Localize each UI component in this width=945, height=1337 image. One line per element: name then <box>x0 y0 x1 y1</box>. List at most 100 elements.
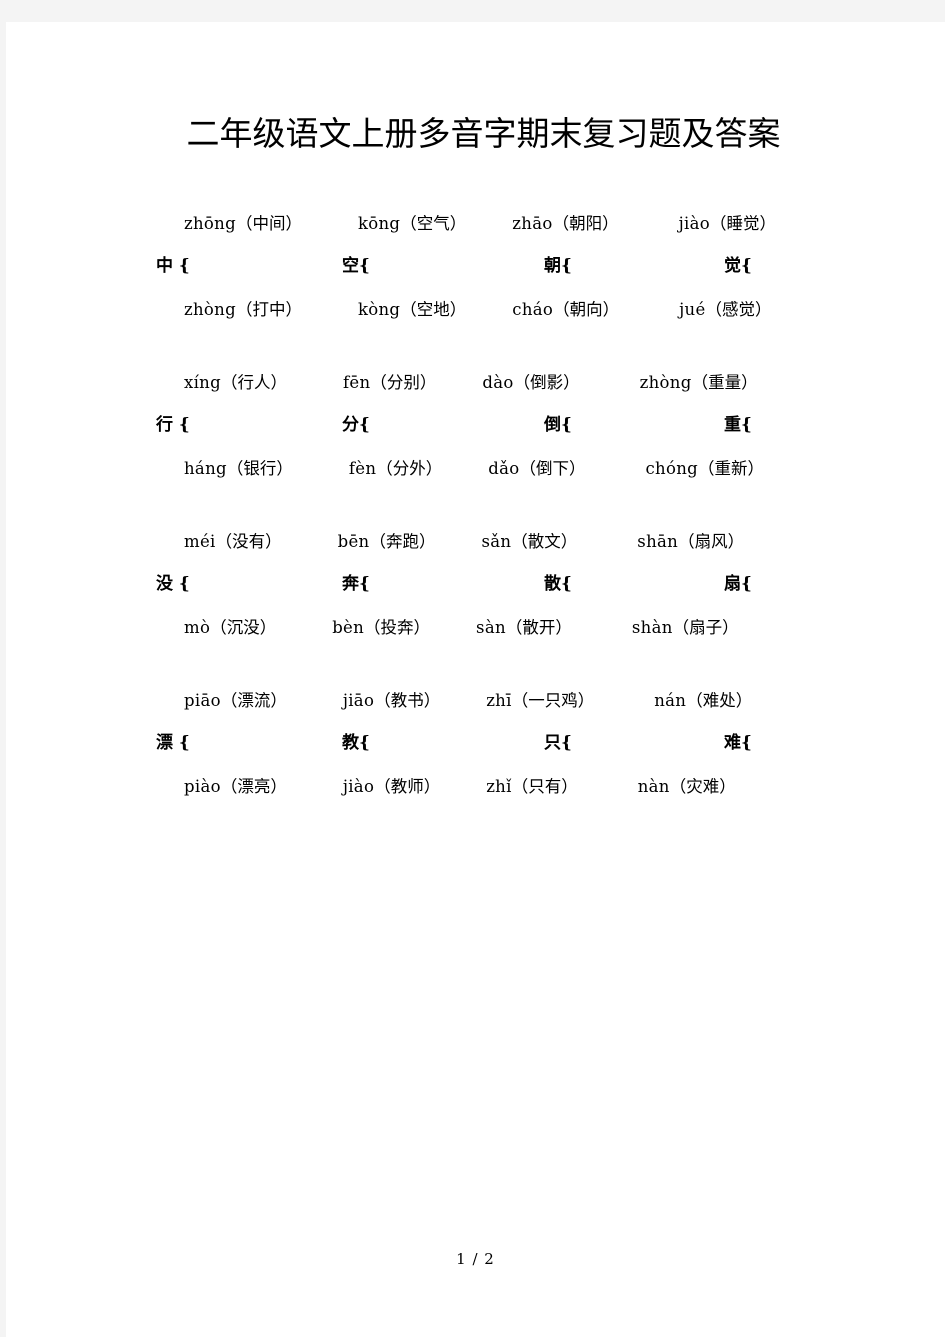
exercise-block: méi（没有） bēn（奔跑） sǎn（散文） shān（扇风） 没 { 奔{ 散{ … <box>156 520 811 649</box>
character-cell: 朝{ <box>544 245 572 288</box>
entry: kòng（空地） <box>358 300 466 319</box>
word: （漂流） <box>220 691 287 710</box>
character: 扇 <box>724 574 741 594</box>
pinyin: fèn <box>348 459 377 478</box>
brace: { <box>741 415 752 435</box>
word: （感觉） <box>705 300 772 319</box>
character-cell: 中 { <box>156 245 190 288</box>
pinyin: fēn <box>342 373 371 392</box>
pinyin-row-bottom: zhòng（打中） kòng（空地） cháo（朝向） jué（感觉） <box>156 288 811 331</box>
entry: zhòng（重量） <box>640 373 758 392</box>
entry: mò（沉没） <box>184 618 276 637</box>
entry: sàn（散开） <box>476 618 572 637</box>
word: （空气） <box>400 214 467 233</box>
character-cell: 倒{ <box>544 404 572 447</box>
pinyin: chóng <box>645 459 698 478</box>
entry: háng（银行） <box>184 459 293 478</box>
character: 漂 <box>156 733 173 753</box>
entry: kōng（空气） <box>358 214 466 233</box>
character-row: 漂 { 教{ 只{ 难{ <box>156 722 811 765</box>
entry: zhōng（中间） <box>184 214 302 233</box>
entry: cháo（朝向） <box>512 300 619 319</box>
character-row: 没 { 奔{ 散{ 扇{ <box>156 563 811 606</box>
word: （沉没） <box>210 618 277 637</box>
page-title: 二年级语文上册多音字期末复习题及答案 <box>186 114 781 153</box>
pinyin-row-top: piāo（漂流） jiāo（教书） zhī（一只鸡） nán（难处） <box>156 679 811 722</box>
word: （中间） <box>235 214 302 233</box>
character-cell: 行 { <box>156 404 190 447</box>
entry: piāo（漂流） <box>184 691 287 710</box>
word: （银行） <box>226 459 293 478</box>
word: （散文） <box>511 532 578 551</box>
character-cell: 漂 { <box>156 722 190 765</box>
word: （重量） <box>691 373 758 392</box>
character-row: 中 { 空{ 朝{ 觉 { <box>156 245 811 288</box>
brace: { <box>359 415 370 435</box>
word: （分别） <box>370 373 437 392</box>
character: 觉 <box>724 256 741 276</box>
pinyin: dǎo <box>488 459 520 478</box>
word: （教师） <box>374 777 441 796</box>
exercise-block: zhōng（中间） kōng（空气） zhāo（朝阳） jiào（睡觉） 中 { 空{… <box>156 202 811 331</box>
word: （倒下） <box>519 459 586 478</box>
entry: nàn（灾难） <box>638 777 736 796</box>
character: 只 <box>544 733 561 753</box>
pinyin: nán <box>654 691 687 710</box>
brace: { <box>741 574 752 594</box>
entry: bèn（投奔） <box>332 618 430 637</box>
word: （空地） <box>400 300 467 319</box>
pinyin-row-top: xíng（行人） fēn（分别） dào（倒影） zhòng（重量） <box>156 361 811 404</box>
brace: { <box>561 415 572 435</box>
pinyin: cháo <box>512 300 554 319</box>
entry: zhǐ（只有） <box>486 777 578 796</box>
word: （投奔） <box>364 618 431 637</box>
pinyin: shān <box>637 532 679 551</box>
page-footer: 1 / 2 <box>456 1250 495 1268</box>
word: （奔跑） <box>369 532 436 551</box>
pinyin: nàn <box>637 777 670 796</box>
brace: { <box>178 574 190 594</box>
pinyin: piāo <box>184 691 221 710</box>
word: （灾难） <box>669 777 736 796</box>
exercise-block: xíng（行人） fēn（分别） dào（倒影） zhòng（重量） 行 { 分{ 倒… <box>156 361 811 490</box>
character-cell: 只{ <box>544 722 572 765</box>
pinyin-row-bottom: háng（银行） fèn（分外） dǎo（倒下） chóng（重新） <box>156 447 811 490</box>
entry: shàn（扇子） <box>632 618 739 637</box>
word: （扇风） <box>678 532 745 551</box>
pinyin: zhī <box>486 691 512 710</box>
pinyin: jiāo <box>342 691 375 710</box>
entry: jiāo（教书） <box>343 691 440 710</box>
character-cell: 散{ <box>544 563 572 606</box>
word: （睡觉） <box>709 214 776 233</box>
word: （朝向） <box>553 300 620 319</box>
word: （漂亮） <box>220 777 287 796</box>
brace: { <box>178 256 190 276</box>
word: （朝阳） <box>552 214 619 233</box>
pinyin: méi <box>184 532 216 551</box>
entry: zhī（一只鸡） <box>486 691 594 710</box>
brace: { <box>359 574 370 594</box>
character-cell: 分{ <box>342 404 370 447</box>
character-cell: 空{ <box>342 245 370 288</box>
entry: jiào（教师） <box>343 777 440 796</box>
entry: zhòng（打中） <box>184 300 302 319</box>
page-content: 二年级语文上册多音字期末复习题及答案 zhōng（中间） kōng（空气） zhāo… <box>156 112 811 808</box>
word: （行人） <box>220 373 287 392</box>
entry: jué（感觉） <box>679 300 771 319</box>
entry: shān（扇风） <box>637 532 744 551</box>
pinyin: xíng <box>184 373 221 392</box>
pinyin: sǎn <box>481 532 512 551</box>
pinyin: dào <box>482 373 514 392</box>
word: （没有） <box>215 532 282 551</box>
entry: jiào（睡觉） <box>679 214 776 233</box>
brace: { <box>359 256 370 276</box>
character: 分 <box>342 415 359 435</box>
character: 中 <box>156 256 173 276</box>
exercise-block: piāo（漂流） jiāo（教书） zhī（一只鸡） nán（难处） 漂 { 教{ 只… <box>156 679 811 808</box>
character-cell: 教{ <box>342 722 370 765</box>
character: 重 <box>724 415 741 435</box>
character: 散 <box>544 574 561 594</box>
character-cell: 奔{ <box>342 563 370 606</box>
pinyin-row-bottom: mò（沉没） bèn（投奔） sàn（散开） shàn（扇子） <box>156 606 811 649</box>
pinyin-row-bottom: piào（漂亮） jiào（教师） zhǐ（只有） nàn（灾难） <box>156 765 811 808</box>
